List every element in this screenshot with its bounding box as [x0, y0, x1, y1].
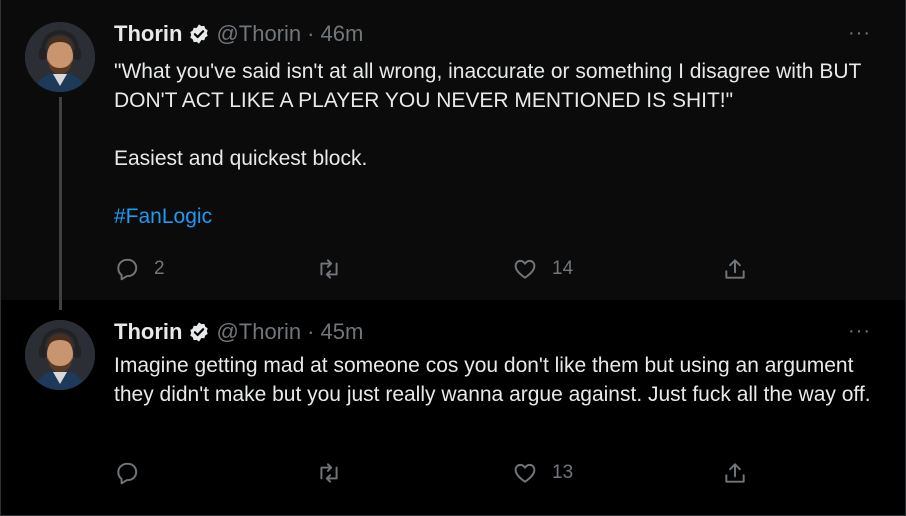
tweet-paragraph: Easiest and quickest block.	[114, 147, 368, 170]
tweet-actions: 13	[114, 458, 754, 488]
reply-button[interactable]	[114, 460, 154, 486]
separator-dot: ·	[307, 21, 315, 46]
tweet-actions: 2 14	[114, 254, 754, 284]
retweet-icon	[320, 259, 338, 279]
like-button[interactable]: 13	[512, 460, 573, 486]
reply-count: 2	[154, 258, 165, 279]
tweet-paragraph: Imagine getting mad at someone cos you d…	[114, 354, 871, 406]
verified-badge-icon	[190, 322, 209, 342]
reply-icon	[117, 258, 138, 281]
reply-icon	[117, 462, 138, 485]
timestamp[interactable]: 45m	[320, 319, 363, 345]
author-handle[interactable]: @Thorin	[216, 21, 301, 47]
author-name[interactable]: Thorin	[114, 21, 182, 47]
avatar[interactable]	[25, 320, 95, 390]
separator-dot: ·	[307, 319, 315, 344]
author-name[interactable]: Thorin	[114, 319, 182, 345]
tweet[interactable]: Thorin @Thorin · 46m ··· "What you've sa…	[1, 0, 905, 300]
like-icon	[514, 463, 536, 483]
hashtag-link[interactable]: #FanLogic	[114, 205, 212, 228]
tweet-header: Thorin @Thorin · 46m	[114, 21, 363, 47]
share-icon	[725, 259, 745, 279]
thread-connector-line	[59, 97, 62, 310]
timeline: Thorin @Thorin · 46m ··· "What you've sa…	[0, 0, 906, 516]
avatar[interactable]	[25, 22, 95, 92]
retweet-button[interactable]	[316, 256, 356, 282]
more-icon[interactable]: ···	[848, 320, 871, 343]
like-icon	[514, 259, 536, 279]
tweet-paragraph: "What you've said isn't at all wrong, in…	[114, 60, 861, 112]
like-count: 14	[552, 258, 574, 279]
like-count: 13	[552, 462, 574, 483]
timestamp[interactable]: 46m	[320, 21, 363, 47]
retweet-button[interactable]	[316, 460, 356, 486]
share-button[interactable]	[722, 460, 748, 486]
tweet-text: "What you've said isn't at all wrong, in…	[114, 57, 884, 231]
share-icon	[725, 463, 745, 483]
tweet-header: Thorin @Thorin · 45m	[114, 319, 363, 345]
tweet[interactable]: Thorin @Thorin · 45m ··· Imagine getting…	[1, 300, 905, 516]
share-button[interactable]	[722, 256, 748, 282]
author-handle[interactable]: @Thorin	[216, 319, 301, 345]
more-icon[interactable]: ···	[848, 22, 871, 45]
reply-button[interactable]: 2	[114, 256, 165, 282]
retweet-icon	[320, 463, 338, 483]
verified-badge-icon	[190, 24, 209, 44]
tweet-text: Imagine getting mad at someone cos you d…	[114, 351, 884, 409]
like-button[interactable]: 14	[512, 256, 573, 282]
